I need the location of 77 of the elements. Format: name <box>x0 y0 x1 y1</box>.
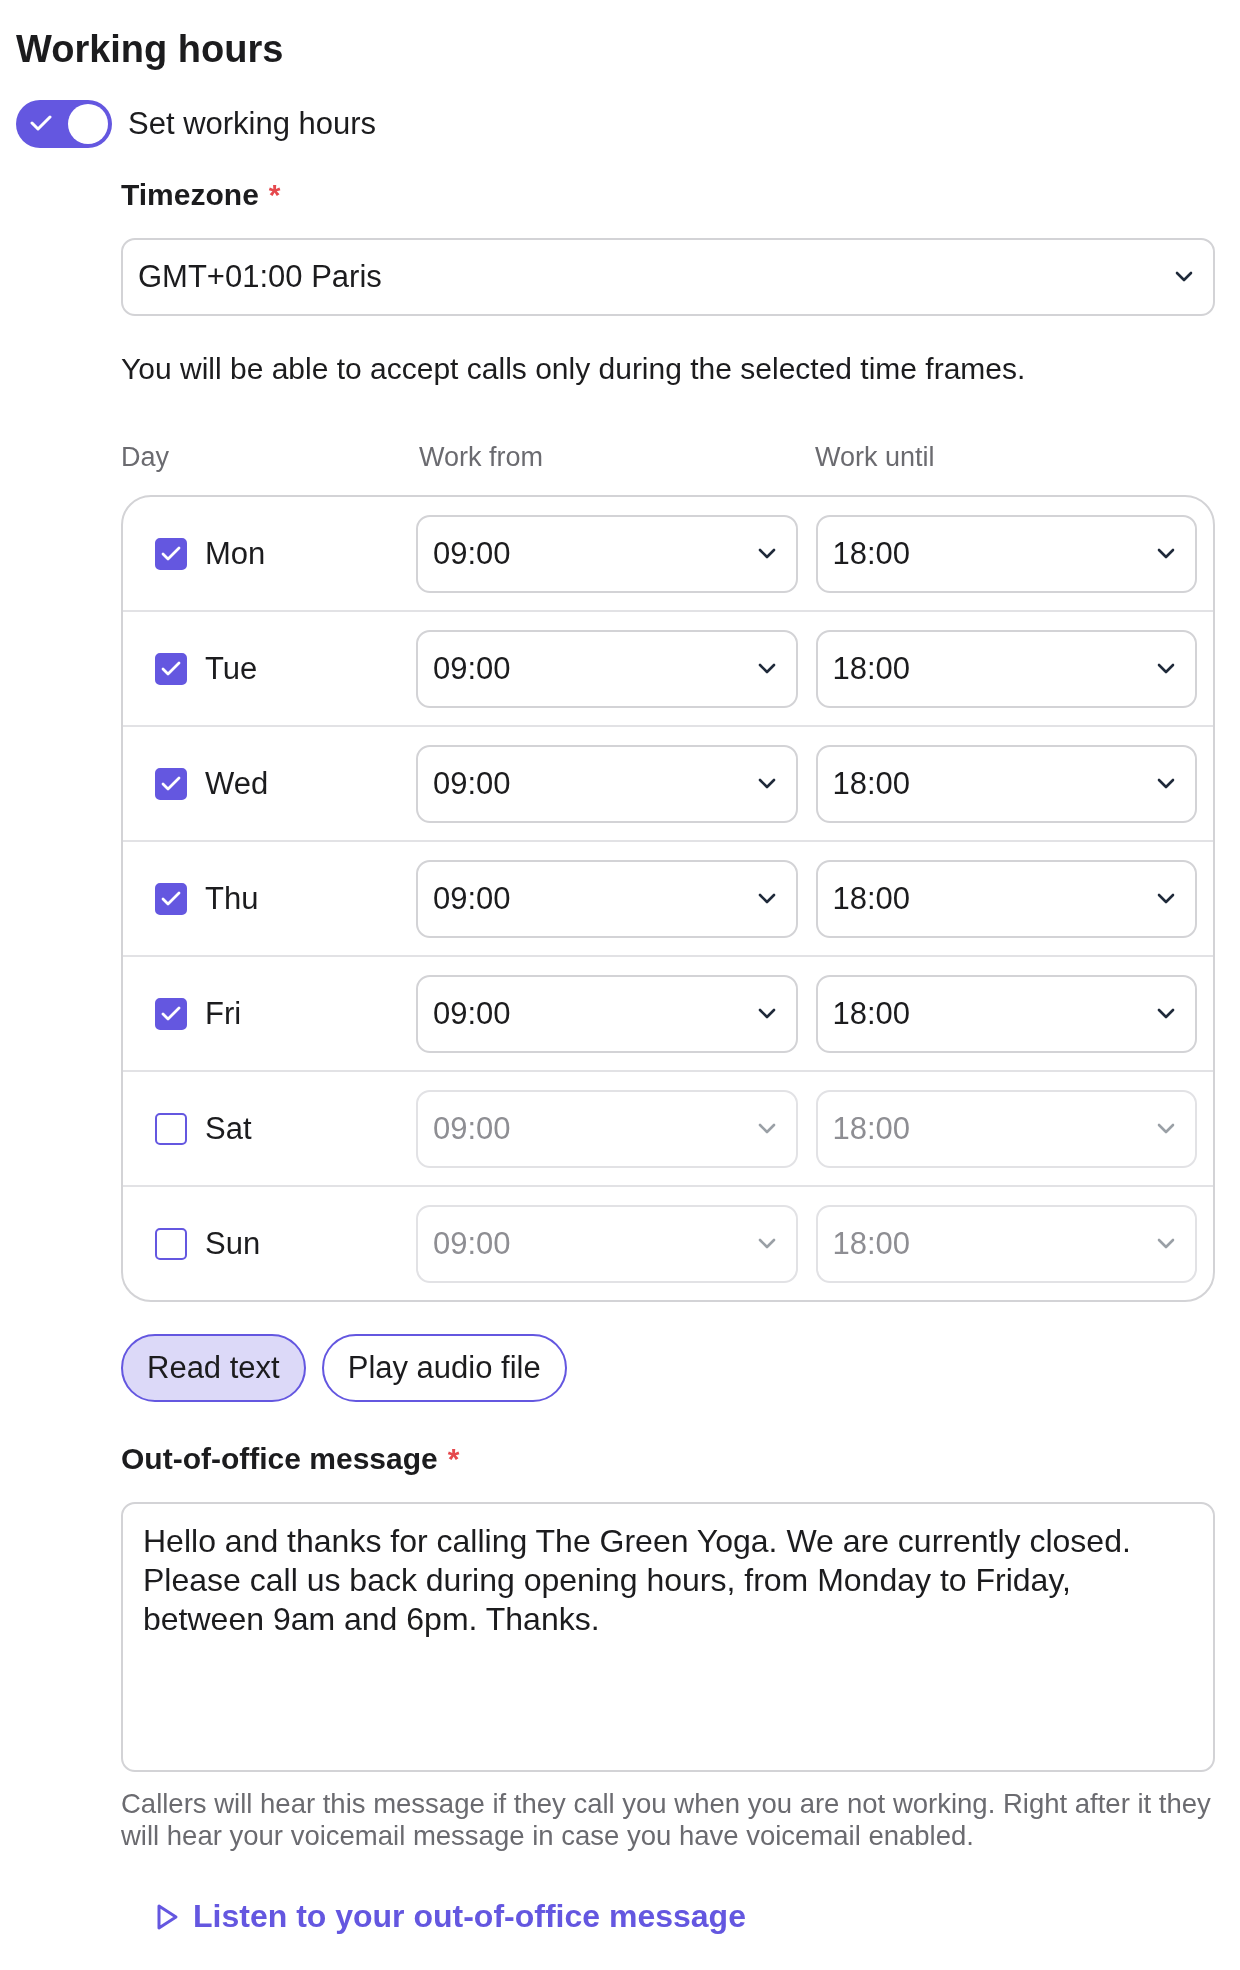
checkbox[interactable] <box>155 767 187 800</box>
select-value: 09:00 <box>433 1225 511 1262</box>
play-icon <box>155 1902 179 1931</box>
checkbox[interactable] <box>155 882 187 915</box>
help-text: Callers will hear this message if they call you when you are not working. Right after it they will hear your voicemail message in case you have voicemail enabled. <box>121 1788 1212 1852</box>
select-value: 09:00 <box>433 1110 511 1147</box>
toggle-label: Set working hours <box>128 106 377 142</box>
select-value: 18:00 <box>832 1110 911 1147</box>
time-select[interactable]: 09:00 <box>416 859 798 938</box>
chevron-down-icon <box>757 777 776 790</box>
time-select[interactable]: 18:00 <box>815 514 1197 593</box>
chevron-down-icon <box>1157 1122 1175 1135</box>
chevron-down-icon <box>757 1237 776 1250</box>
time-select[interactable]: 09:00 <box>416 629 798 708</box>
mode-toggle-button[interactable]: Read text <box>121 1334 306 1402</box>
select-value: 18:00 <box>832 765 911 802</box>
column-header: Day <box>121 442 169 473</box>
chevron-down-icon <box>757 547 776 560</box>
toggle-switch[interactable] <box>16 100 112 148</box>
checkmark-icon <box>161 775 181 792</box>
checkbox[interactable] <box>155 537 187 570</box>
checkbox[interactable] <box>155 1227 187 1260</box>
checkbox[interactable] <box>155 1112 187 1145</box>
day-label: Sat <box>205 1110 252 1147</box>
select-value: GMT+01:00 Paris <box>138 259 382 295</box>
chevron-down-icon <box>1157 1007 1175 1020</box>
checkbox[interactable] <box>155 652 187 685</box>
chevron-down-icon <box>1157 547 1175 560</box>
time-select[interactable]: 09:00 <box>416 744 798 823</box>
column-header: Work from <box>419 442 543 473</box>
checkmark-icon <box>161 890 181 907</box>
chevron-down-icon <box>1157 777 1175 790</box>
chevron-down-icon <box>1157 1237 1175 1250</box>
field-label: Out-of-office message <box>121 1442 438 1476</box>
required-asterisk: * <box>447 1442 460 1476</box>
chevron-down-icon <box>757 1122 776 1135</box>
select-value: 18:00 <box>832 1225 911 1262</box>
select-value: 18:00 <box>832 880 911 917</box>
mode-toggle-button[interactable]: Play audio file <box>321 1334 567 1402</box>
time-select[interactable]: 18:00 <box>815 974 1197 1053</box>
time-select[interactable]: 18:00 <box>815 629 1197 708</box>
required-asterisk: * <box>268 178 281 212</box>
checkmark-icon <box>161 660 181 677</box>
checkmark-icon <box>161 1005 181 1022</box>
day-label: Wed <box>205 765 269 802</box>
timezone-select[interactable]: GMT+01:00 Paris <box>121 238 1215 316</box>
time-select[interactable]: 18:00 <box>815 744 1197 823</box>
chevron-down-icon <box>757 662 776 675</box>
message-textarea[interactable]: Hello and thanks for calling The Green Yoga. We are currently closed. Please call us back during opening hours, from Monday to Friday, between 9am and 6pm. Thanks. <box>121 1502 1215 1772</box>
select-value: 09:00 <box>433 650 511 687</box>
column-header: Work until <box>815 442 935 473</box>
time-select[interactable]: 09:00 <box>416 974 798 1053</box>
day-label: Sun <box>205 1225 261 1262</box>
checkbox[interactable] <box>155 997 187 1030</box>
day-label: Tue <box>205 650 258 687</box>
checkmark-icon <box>30 114 52 132</box>
chevron-down-icon <box>757 1007 776 1020</box>
select-value: 18:00 <box>832 995 911 1032</box>
field-label: Timezone <box>121 178 259 212</box>
day-label: Fri <box>205 995 242 1032</box>
checkmark-icon <box>161 545 181 562</box>
select-value: 09:00 <box>433 880 511 917</box>
description-text: You will be able to accept calls only during the selected time frames. <box>121 352 1027 386</box>
time-select[interactable]: 18:00 <box>815 859 1197 938</box>
select-value: 09:00 <box>433 765 511 802</box>
chevron-down-icon <box>1157 892 1175 905</box>
select-value: 18:00 <box>832 535 911 572</box>
day-label: Thu <box>205 880 259 917</box>
chevron-down-icon <box>757 892 776 905</box>
chevron-down-icon <box>1157 662 1175 675</box>
select-value: 09:00 <box>433 535 511 572</box>
day-label: Mon <box>205 535 266 572</box>
chevron-down-icon <box>1175 271 1193 283</box>
time-select[interactable]: 09:00 <box>416 514 798 593</box>
page-title: Working hours <box>16 27 284 72</box>
select-value: 09:00 <box>433 995 511 1032</box>
select-value: 18:00 <box>832 650 911 687</box>
